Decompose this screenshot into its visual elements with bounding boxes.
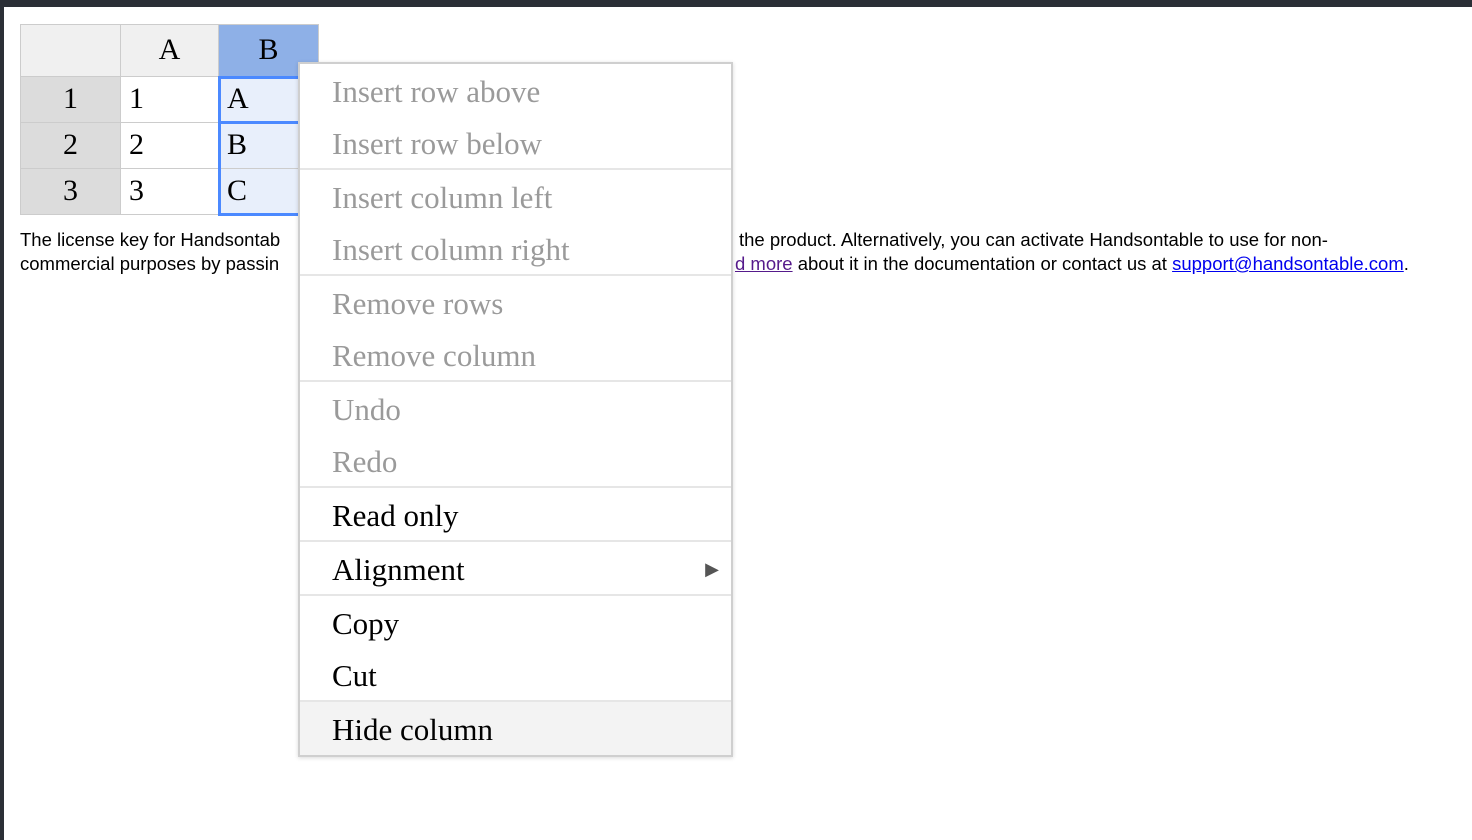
- triangle-right-icon: ▶: [705, 559, 719, 580]
- license-line1-end: the product. Alternatively, you can acti…: [739, 229, 1328, 250]
- support-email-link[interactable]: support@handsontable.com: [1172, 253, 1404, 274]
- row-header-2[interactable]: 2: [20, 123, 121, 169]
- menu-item-remove-column[interactable]: Remove column: [300, 328, 731, 380]
- menu-item-insert-row-above[interactable]: Insert row above: [300, 64, 731, 116]
- menu-item-remove-rows[interactable]: Remove rows: [300, 276, 731, 328]
- row-header-3[interactable]: 3: [20, 169, 121, 215]
- menu-item-read-only[interactable]: Read only: [300, 488, 731, 540]
- menu-item-insert-column-left[interactable]: Insert column left: [300, 170, 731, 222]
- menu-item-redo[interactable]: Redo: [300, 434, 731, 486]
- license-line2-start: commercial purposes by passin: [20, 253, 280, 274]
- window-left-edge: [0, 0, 4, 840]
- menu-item-insert-column-right[interactable]: Insert column right: [300, 222, 731, 274]
- window-top-bar: [0, 0, 1472, 7]
- menu-item-cut[interactable]: Cut: [300, 648, 731, 700]
- corner-header[interactable]: [20, 24, 121, 77]
- cell-a1[interactable]: 1: [121, 77, 219, 123]
- license-line2-end: .: [1403, 253, 1409, 274]
- read-more-link[interactable]: d more: [735, 253, 793, 274]
- menu-item-undo[interactable]: Undo: [300, 382, 731, 434]
- row-header-1[interactable]: 1: [20, 77, 121, 123]
- menu-item-alignment[interactable]: Alignment ▶: [300, 542, 731, 594]
- menu-item-hide-column[interactable]: Hide column: [300, 702, 731, 755]
- menu-item-insert-row-below[interactable]: Insert row below: [300, 116, 731, 168]
- cell-a2[interactable]: 2: [121, 123, 219, 169]
- column-header-a[interactable]: A: [121, 24, 219, 77]
- selection-border-left: [218, 76, 221, 216]
- license-line2-mid: about it in the documentation or contact…: [792, 253, 1173, 274]
- menu-item-copy[interactable]: Copy: [300, 596, 731, 648]
- menu-item-alignment-label: Alignment: [332, 552, 465, 587]
- license-line1-start: The license key for Handsontab: [20, 229, 281, 250]
- cell-a3[interactable]: 3: [121, 169, 219, 215]
- context-menu: Insert row above Insert row below Insert…: [298, 62, 733, 757]
